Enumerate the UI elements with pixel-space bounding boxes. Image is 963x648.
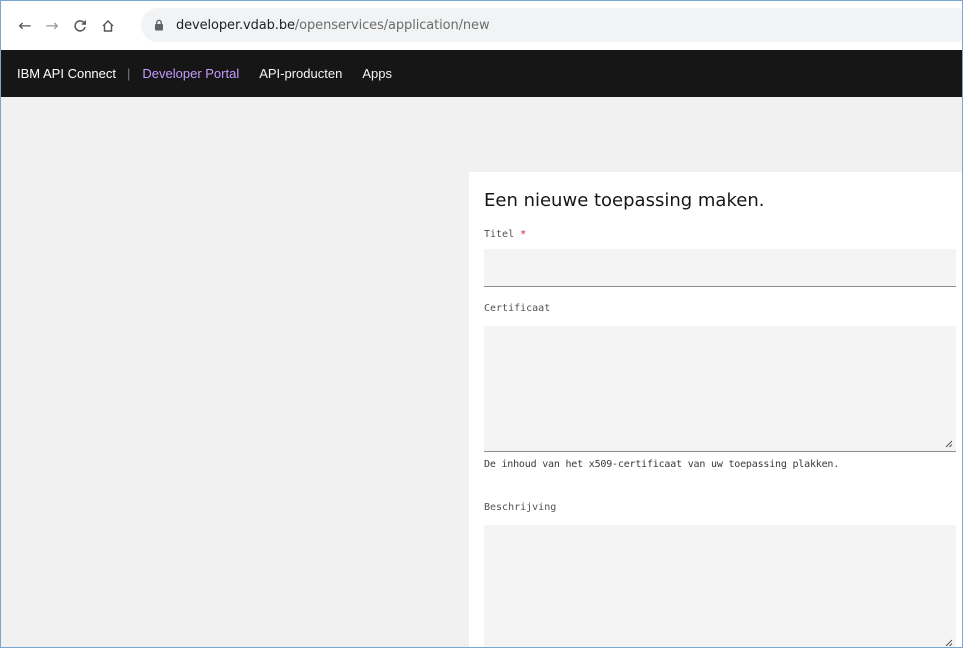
new-application-form: Een nieuwe toepassing maken. Titel * Cer… — [469, 172, 962, 647]
browser-toolbar: ← → developer.vdab.be/openservices/appli… — [1, 1, 962, 50]
resize-handle-icon[interactable] — [945, 639, 953, 647]
titel-label: Titel * — [484, 229, 526, 240]
certificaat-helper-text: De inhoud van het x509-certificaat van u… — [484, 459, 840, 470]
url-path: /openservices/application/new — [294, 17, 490, 33]
reload-icon[interactable] — [69, 15, 91, 37]
forward-arrow-icon[interactable]: → — [41, 15, 63, 37]
certificaat-textarea[interactable] — [484, 326, 956, 452]
nav-apps[interactable]: Apps — [362, 66, 392, 81]
certificaat-label: Certificaat — [484, 303, 551, 314]
home-icon[interactable] — [97, 15, 119, 37]
url-text: developer.vdab.be/openservices/applicati… — [176, 18, 490, 33]
beschrijving-label: Beschrijving — [484, 502, 557, 513]
beschrijving-textarea[interactable] — [484, 525, 956, 647]
header-separator: | — [127, 66, 131, 81]
lock-icon[interactable] — [154, 19, 168, 31]
portal-header: IBM API Connect | Developer Portal API-p… — [1, 50, 962, 97]
titel-input[interactable] — [484, 249, 956, 287]
address-bar[interactable]: developer.vdab.be/openservices/applicati… — [141, 8, 962, 42]
titel-label-text: Titel — [484, 229, 515, 240]
back-arrow-icon[interactable]: ← — [14, 15, 36, 37]
nav-api-producten[interactable]: API-producten — [259, 66, 342, 81]
developer-portal-link[interactable]: Developer Portal — [142, 66, 239, 81]
url-host: developer.vdab.be — [176, 17, 295, 33]
form-title: Een nieuwe toepassing maken. — [484, 190, 765, 211]
resize-handle-icon[interactable] — [945, 440, 953, 448]
screenshot-frame: ← → developer.vdab.be/openservices/appli… — [0, 0, 963, 648]
brand-link[interactable]: IBM API Connect — [17, 66, 116, 81]
required-mark: * — [520, 229, 527, 240]
